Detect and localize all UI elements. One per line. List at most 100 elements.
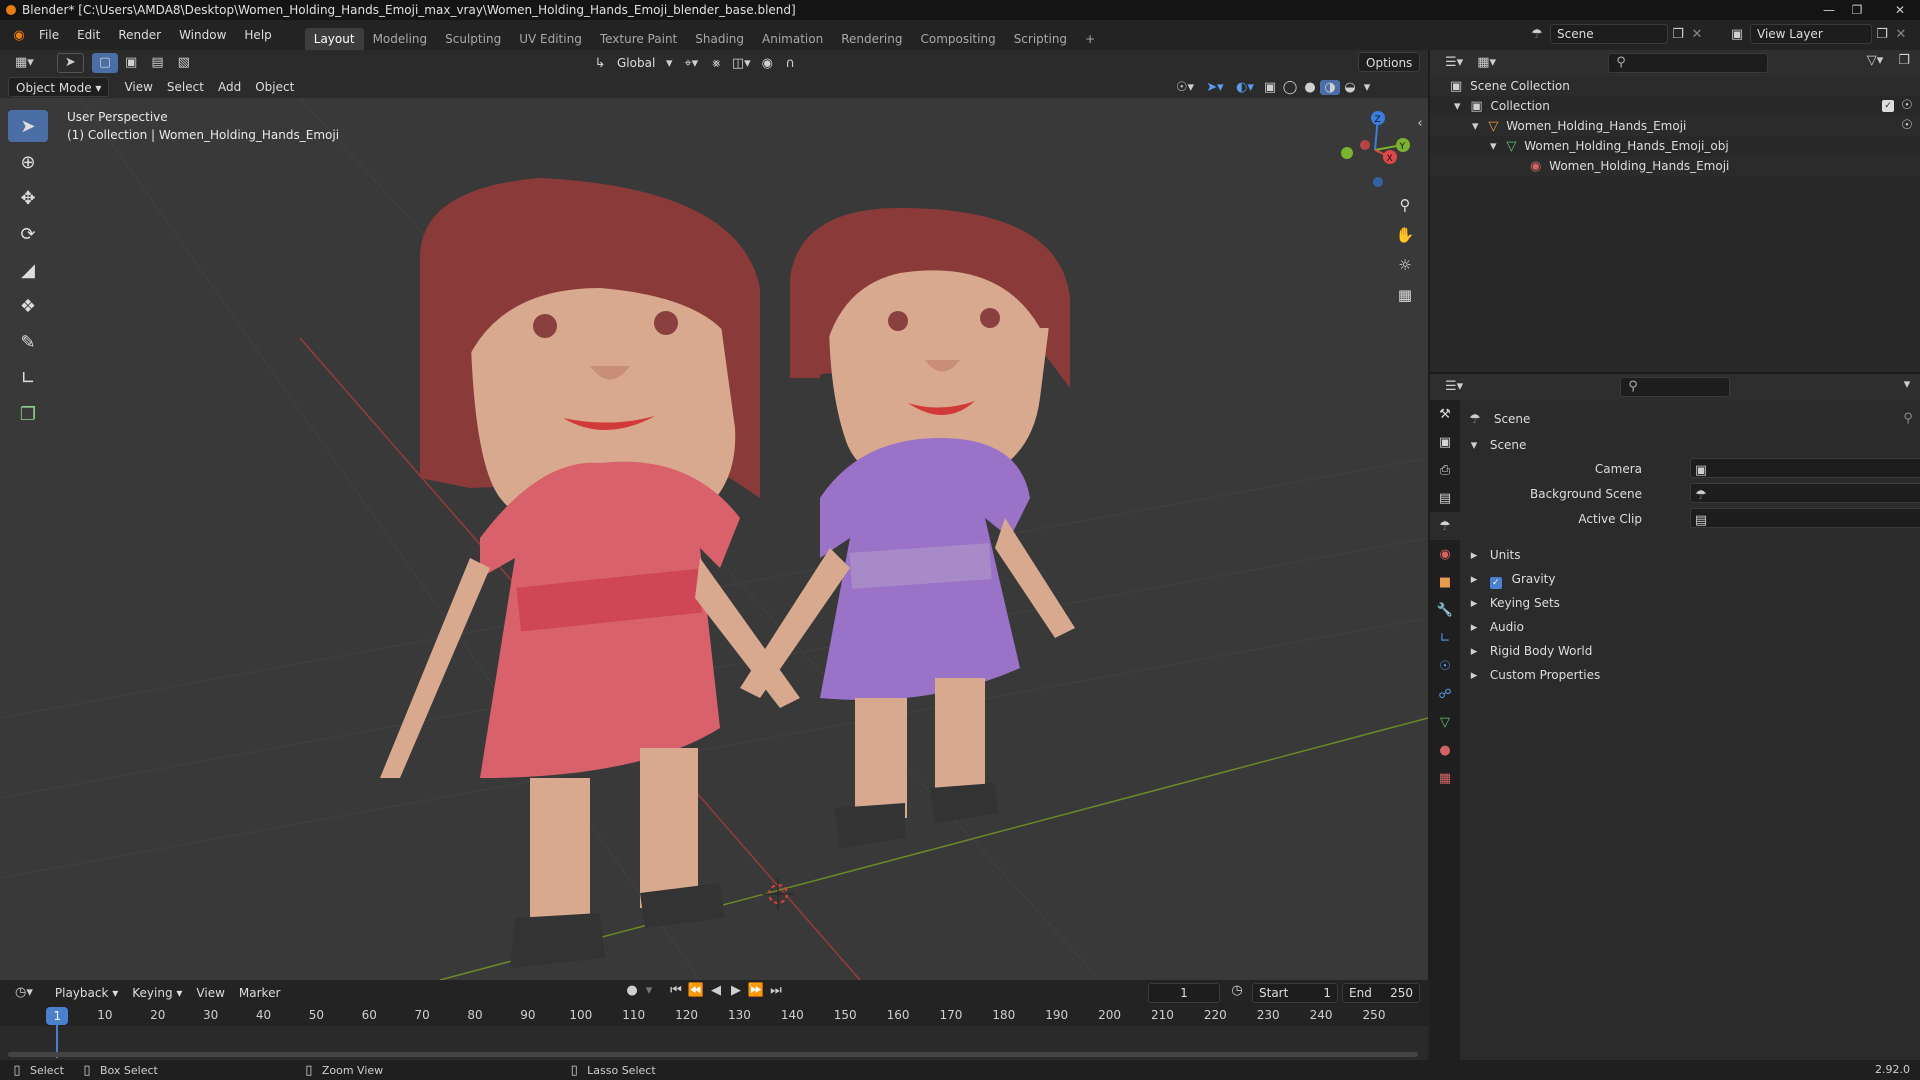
background-scene-field[interactable]: ☂	[1690, 483, 1920, 503]
tab-world[interactable]: ◉	[1430, 540, 1460, 568]
select-subtract-icon[interactable]: ▤	[144, 53, 170, 73]
menu-render[interactable]: Render	[109, 20, 170, 50]
scene-selector[interactable]: ☂ Scene ❐ ✕	[1524, 24, 1706, 44]
tab-particles[interactable]: ∟	[1430, 624, 1460, 652]
jump-start-icon[interactable]: ⏮	[666, 983, 686, 998]
tab-layout[interactable]: Layout	[304, 28, 364, 50]
delete-view-layer-icon[interactable]: ✕	[1892, 27, 1910, 42]
solid-shading-icon[interactable]: ●	[1300, 80, 1320, 95]
rotate-tool[interactable]: ⟳	[8, 218, 48, 250]
tab-texture-paint[interactable]: Texture Paint	[591, 28, 686, 50]
play-icon[interactable]: ▶	[726, 983, 746, 998]
outliner-row-collection[interactable]: ▾ ▣ Collection ✓ ☉	[1430, 96, 1920, 116]
outliner-row-object[interactable]: ▾ ▽ Women_Holding_Hands_Emoji ☉	[1430, 116, 1920, 136]
select-new-icon[interactable]: ▢	[91, 53, 119, 73]
display-mode-icon[interactable]: ▦▾	[1470, 53, 1503, 73]
scene-panel-header[interactable]: ▾ Scene	[1468, 434, 1920, 456]
units-panel[interactable]: ▸ Units	[1468, 544, 1920, 566]
menu-playback[interactable]: Playback ▾	[48, 983, 125, 1003]
measure-tool[interactable]: ∟	[8, 362, 48, 394]
transform-tool[interactable]: ❖	[8, 290, 48, 322]
end-frame-field[interactable]: End 250	[1342, 983, 1420, 1003]
clock-icon[interactable]: ◷	[1226, 983, 1248, 998]
menu-view[interactable]: View	[117, 77, 159, 97]
scale-tool[interactable]: ◢	[8, 254, 48, 286]
camera-field[interactable]: ▣ ✏	[1690, 458, 1920, 478]
menu-timeline-view[interactable]: View	[189, 983, 231, 1003]
pan-hand-icon[interactable]: ✋	[1392, 222, 1418, 248]
properties-options-icon[interactable]: ▾	[1898, 377, 1916, 392]
menu-object[interactable]: Object	[248, 77, 301, 97]
jump-end-icon[interactable]: ⏭	[766, 983, 786, 998]
tab-scripting[interactable]: Scripting	[1005, 28, 1076, 50]
start-frame-field[interactable]: Start 1	[1252, 983, 1338, 1003]
snap-toggle-icon[interactable]: ⨳	[706, 56, 726, 71]
gravity-checkbox[interactable]: ✓	[1489, 577, 1502, 589]
tab-scene[interactable]: ☂	[1430, 512, 1460, 540]
menu-edit[interactable]: Edit	[68, 20, 109, 50]
wireframe-shading-icon[interactable]: ◯	[1280, 80, 1300, 95]
menu-window[interactable]: Window	[170, 20, 235, 50]
tab-constraints[interactable]: ☍	[1430, 680, 1460, 708]
sidebar-toggle-icon[interactable]: ‹	[1414, 116, 1426, 131]
tab-uv-editing[interactable]: UV Editing	[510, 28, 591, 50]
playhead[interactable]: 1	[46, 1007, 69, 1025]
outliner-editor-type-icon[interactable]: ☰▾	[1438, 53, 1470, 73]
record-options-icon[interactable]: ▾	[642, 983, 656, 998]
xray-toggle-icon[interactable]: ▣	[1260, 80, 1280, 95]
properties-editor-type-icon[interactable]: ☰▾	[1438, 377, 1470, 397]
timeline-editor-type-icon[interactable]: ◷▾	[8, 983, 40, 1003]
exclude-checkbox[interactable]: ✓	[1882, 100, 1894, 112]
tweak-select-icon[interactable]: ➤	[56, 53, 84, 73]
tab-view-layer[interactable]: ▤	[1430, 484, 1460, 512]
scene-field[interactable]: Scene	[1550, 24, 1668, 44]
eye-icon[interactable]: ☉	[1898, 116, 1916, 136]
tab-physics[interactable]: ☉	[1430, 652, 1460, 680]
menu-help[interactable]: Help	[235, 20, 280, 50]
zoom-icon[interactable]: ⚲	[1392, 192, 1418, 218]
rigid-body-world-panel[interactable]: ▸ Rigid Body World	[1468, 640, 1920, 662]
menu-file[interactable]: File	[30, 20, 68, 50]
proportional-edit-icon[interactable]: ◉	[756, 56, 778, 71]
outliner-search-input[interactable]	[1608, 53, 1768, 73]
annotate-tool[interactable]: ✎	[8, 326, 48, 358]
custom-properties-panel[interactable]: ▸ Custom Properties	[1468, 664, 1920, 686]
prev-keyframe-icon[interactable]: ⏪	[686, 983, 706, 998]
material-shading-icon[interactable]: ◑	[1320, 79, 1340, 95]
gravity-panel[interactable]: ▸ ✓ Gravity	[1468, 568, 1920, 590]
visibility-icon[interactable]: ☉▾	[1170, 80, 1200, 95]
expand-arrow-icon[interactable]: ▾	[1472, 117, 1479, 137]
shading-options-icon[interactable]: ▾	[1360, 80, 1374, 95]
move-tool[interactable]: ✥	[8, 182, 48, 214]
view-layer-field[interactable]: View Layer	[1750, 24, 1872, 44]
menu-select[interactable]: Select	[160, 77, 211, 97]
gizmo-toggle-icon[interactable]: ➤▾	[1200, 80, 1230, 95]
minimize-icon[interactable]: —	[1816, 0, 1842, 20]
close-icon[interactable]: ✕	[1880, 0, 1920, 20]
menu-marker[interactable]: Marker	[232, 983, 287, 1003]
pivot-point-icon[interactable]: ⌖▾	[676, 56, 706, 71]
tab-shading[interactable]: Shading	[686, 28, 753, 50]
record-icon[interactable]: ●	[622, 983, 642, 998]
delete-scene-icon[interactable]: ✕	[1688, 27, 1706, 42]
outliner-row-mesh[interactable]: ▾ ▽ Women_Holding_Hands_Emoji_obj	[1430, 136, 1920, 156]
navigation-gizmo[interactable]: Z Y X	[1330, 105, 1420, 195]
tab-rendering[interactable]: Rendering	[832, 28, 911, 50]
view-layer-selector[interactable]: ▣ View Layer ❐ ✕	[1724, 24, 1910, 44]
new-view-layer-icon[interactable]: ❐	[1872, 27, 1892, 42]
next-keyframe-icon[interactable]: ⏩	[746, 983, 766, 998]
keying-sets-panel[interactable]: ▸ Keying Sets	[1468, 592, 1920, 614]
tab-modifiers[interactable]: 🔧	[1430, 596, 1460, 624]
new-collection-icon[interactable]: ❐	[1894, 53, 1914, 68]
menu-add[interactable]: Add	[211, 77, 248, 97]
transform-orientation-dropdown[interactable]: Global	[610, 53, 662, 73]
active-clip-field[interactable]: ▤	[1690, 508, 1920, 528]
tab-output[interactable]: ⎙	[1430, 456, 1460, 484]
expand-arrow-icon[interactable]: ▾	[1490, 137, 1497, 157]
outliner-row-scene-collection[interactable]: ▣ Scene Collection	[1430, 76, 1920, 96]
perspective-toggle-icon[interactable]: ▦	[1392, 282, 1418, 308]
tab-modeling[interactable]: Modeling	[364, 28, 437, 50]
tab-render[interactable]: ▣	[1430, 428, 1460, 456]
current-frame-field[interactable]: 1	[1148, 983, 1220, 1003]
select-extend-icon[interactable]: ▣	[118, 53, 144, 73]
